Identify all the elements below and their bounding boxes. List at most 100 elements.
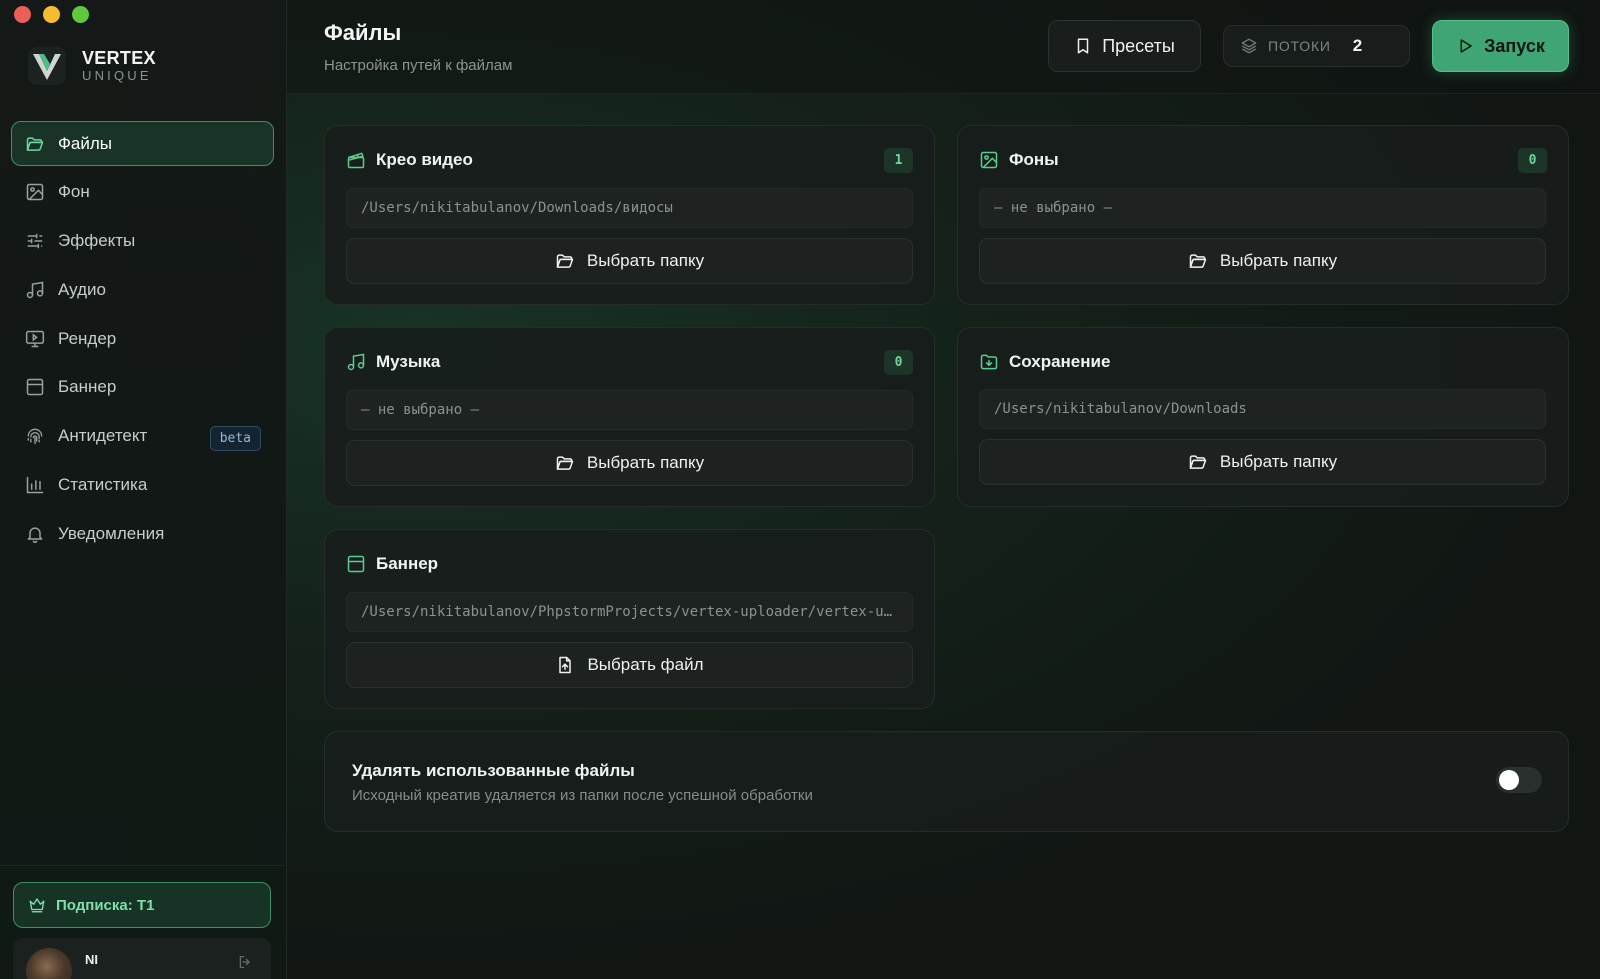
close-window-button[interactable]	[14, 6, 31, 23]
sidebar-item-label: Аудио	[58, 279, 106, 299]
card-title: Крео видео	[376, 150, 473, 169]
button-label: Выбрать файл	[587, 655, 704, 674]
choose-folder-button[interactable]: Выбрать папку	[979, 439, 1546, 485]
music-note-icon	[25, 280, 45, 300]
clapperboard-icon	[347, 152, 365, 169]
choose-folder-button[interactable]: Выбрать папку	[346, 440, 913, 486]
sidebar-item-label: Статистика	[58, 475, 148, 495]
card-header: Музыка	[346, 352, 440, 372]
browser-window-icon	[347, 555, 365, 573]
setting-description: Исходный креатив удаляется из папки посл…	[352, 787, 813, 804]
sidebar: VERTEX UNIQUE Файлы Фон Эффекты Аудио Ре…	[0, 0, 287, 979]
path-field: — не выбрано —	[979, 188, 1546, 228]
backgrounds-card: Фоны 0 — не выбрано — Выбрать папку	[957, 125, 1569, 305]
card-title: Фоны	[1009, 150, 1059, 169]
file-count-badge: 0	[1518, 148, 1547, 173]
music-card: Музыка 0 — не выбрано — Выбрать папку	[324, 327, 935, 507]
bell-icon	[25, 524, 45, 544]
brand: VERTEX UNIQUE	[28, 47, 156, 85]
crown-icon	[29, 898, 45, 913]
sidebar-item-antidetect[interactable]: Антидетект beta	[11, 414, 274, 459]
run-button[interactable]: Запуск	[1432, 20, 1569, 72]
video-card: Крео видео 1 /Users/nikitabulanov/Downlo…	[324, 125, 935, 305]
file-count-badge: 1	[884, 148, 913, 173]
save-card: Сохранение /Users/nikitabulanov/Download…	[957, 327, 1569, 507]
beta-badge: beta	[209, 425, 261, 451]
threads-control[interactable]: ПОТОКИ 2	[1223, 25, 1410, 67]
browser-window-icon	[25, 377, 45, 397]
card-header: Фоны	[979, 150, 1059, 170]
card-header: Сохранение	[979, 352, 1110, 372]
button-label: Выбрать папку	[1219, 452, 1338, 471]
folder-open-icon	[1189, 254, 1207, 268]
path-field: /Users/nikitabulanov/Downloads/видосы	[346, 188, 913, 228]
button-label: Выбрать папку	[586, 251, 705, 270]
card-header: Баннер	[346, 554, 438, 574]
sidebar-item-label: Эффекты	[58, 231, 136, 251]
minimize-window-button[interactable]	[43, 6, 60, 23]
window-controls	[14, 6, 89, 23]
bookmark-icon	[1077, 38, 1089, 54]
sidebar-nav: Файлы Фон Эффекты Аудио Рендер Баннер Ан…	[11, 121, 274, 560]
image-icon	[25, 182, 45, 202]
sidebar-divider	[0, 865, 287, 866]
folder-open-icon	[25, 134, 45, 154]
folder-download-icon	[980, 354, 998, 370]
button-label: Выбрать папку	[1219, 251, 1338, 270]
brand-subtitle: UNIQUE	[82, 68, 152, 83]
sidebar-item-notifications[interactable]: Уведомления	[11, 511, 274, 556]
sidebar-item-audio[interactable]: Аудио	[11, 267, 274, 312]
layers-icon	[1241, 38, 1257, 54]
card-title: Музыка	[376, 352, 441, 371]
vertex-logo-icon	[28, 47, 66, 85]
delete-used-toggle[interactable]	[1496, 767, 1542, 793]
choose-file-button[interactable]: Выбрать файл	[346, 642, 913, 688]
sidebar-item-render[interactable]: Рендер	[11, 316, 274, 361]
sidebar-item-label: Антидетект	[58, 426, 148, 446]
choose-folder-button[interactable]: Выбрать папку	[979, 238, 1546, 284]
app-window: VERTEX UNIQUE Файлы Фон Эффекты Аудио Ре…	[0, 0, 1600, 979]
sidebar-item-label: Файлы	[58, 133, 113, 153]
subscription-label: Подписка: T1	[56, 896, 155, 914]
fingerprint-icon	[25, 426, 45, 446]
folder-open-icon	[1189, 455, 1207, 469]
page-title: Файлы	[324, 20, 402, 45]
monitor-icon	[25, 329, 45, 349]
music-note-icon	[347, 353, 365, 371]
sidebar-item-effects[interactable]: Эффекты	[11, 219, 274, 264]
presets-button[interactable]: Пресеты	[1048, 20, 1201, 72]
subscription-badge[interactable]: Подписка: T1	[13, 882, 271, 928]
setting-title: Удалять использованные файлы	[352, 761, 635, 780]
avatar	[26, 948, 72, 979]
folder-open-icon	[556, 254, 574, 268]
page-subtitle: Настройка путей к файлам	[324, 57, 513, 74]
choose-folder-button[interactable]: Выбрать папку	[346, 238, 913, 284]
brand-name: VERTEX	[82, 48, 156, 68]
path-field: /Users/nikitabulanov/PhpstormProjects/ve…	[346, 592, 913, 632]
play-icon	[1460, 39, 1472, 53]
user-name: NI	[85, 952, 98, 967]
maximize-window-button[interactable]	[72, 6, 89, 23]
logout-icon[interactable]	[237, 954, 253, 970]
path-field: — не выбрано —	[346, 390, 913, 430]
main-content: Файлы Настройка путей к файлам Пресеты П…	[287, 0, 1600, 979]
button-label: Выбрать папку	[586, 453, 705, 472]
path-field: /Users/nikitabulanov/Downloads	[979, 389, 1546, 429]
sidebar-item-label: Баннер	[58, 377, 117, 397]
threads-label: ПОТОКИ	[1268, 38, 1331, 54]
delete-used-files-setting: Удалять использованные файлы Исходный кр…	[324, 731, 1569, 832]
sidebar-item-banner[interactable]: Баннер	[11, 365, 274, 410]
presets-label: Пресеты	[1102, 35, 1175, 56]
sidebar-item-files[interactable]: Файлы	[11, 121, 274, 166]
user-profile[interactable]: NI	[13, 938, 271, 979]
sidebar-item-label: Уведомления	[58, 523, 165, 543]
sidebar-item-statistics[interactable]: Статистика	[11, 463, 274, 508]
sidebar-item-background[interactable]: Фон	[11, 170, 274, 215]
bar-chart-icon	[25, 475, 45, 495]
file-upload-icon	[559, 656, 572, 674]
banner-card: Баннер /Users/nikitabulanov/PhpstormProj…	[324, 529, 935, 709]
image-icon	[980, 151, 998, 169]
toggle-knob	[1499, 770, 1519, 790]
threads-value[interactable]: 2	[1353, 36, 1362, 56]
run-label: Запуск	[1484, 35, 1545, 56]
